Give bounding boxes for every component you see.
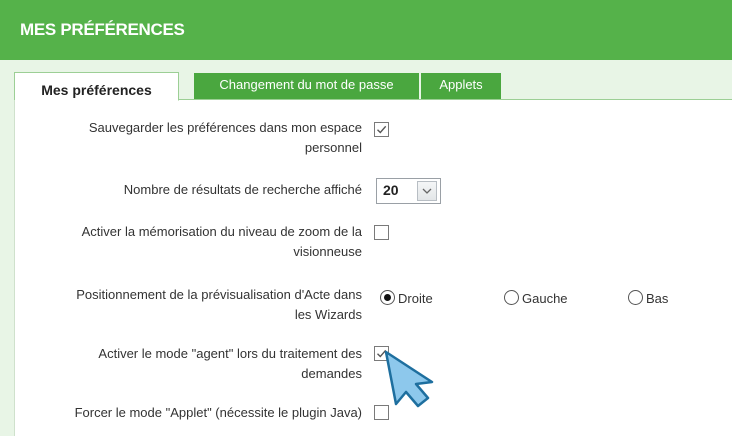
- results-count-select[interactable]: 20: [376, 178, 441, 204]
- radio-droite-label: Droite: [398, 291, 433, 306]
- radio-selected-dot: [384, 294, 391, 301]
- results-count-label: Nombre de résultats de recherche affiché: [123, 182, 362, 197]
- agent-mode-label: Activer le mode "agent" lors du traiteme…: [98, 346, 362, 381]
- chevron-down-icon: [422, 188, 432, 194]
- results-count-value: 20: [383, 182, 399, 198]
- tab-changement-mot-de-passe[interactable]: Changement du mot de passe: [194, 73, 419, 99]
- applet-mode-label: Forcer le mode "Applet" (nécessite le pl…: [74, 405, 362, 420]
- tab-mes-preferences[interactable]: Mes préférences: [14, 72, 179, 101]
- tab-applets[interactable]: Applets: [421, 73, 501, 99]
- arrow-cursor-icon: [372, 344, 444, 415]
- preview-position-label: Positionnement de la prévisualisation d'…: [76, 287, 362, 322]
- radio-bas[interactable]: [628, 290, 643, 305]
- zoom-memory-label: Activer la mémorisation du niveau de zoo…: [81, 224, 362, 259]
- tab-bar: Mes préférences Changement du mot de pas…: [14, 72, 732, 101]
- zoom-memory-checkbox[interactable]: [374, 225, 389, 240]
- save-prefs-label: Sauvegarder les préférences dans mon esp…: [88, 120, 362, 155]
- page-title: MES PRÉFÉRENCES: [20, 20, 185, 39]
- radio-bas-label: Bas: [646, 291, 669, 306]
- checkmark-icon: [377, 125, 387, 134]
- page-header: MES PRÉFÉRENCES: [0, 0, 732, 60]
- radio-gauche-label: Gauche: [522, 291, 568, 306]
- save-prefs-checkbox[interactable]: [374, 122, 389, 137]
- radio-droite[interactable]: [380, 290, 395, 305]
- radio-gauche[interactable]: [504, 290, 519, 305]
- dropdown-button[interactable]: [417, 181, 437, 201]
